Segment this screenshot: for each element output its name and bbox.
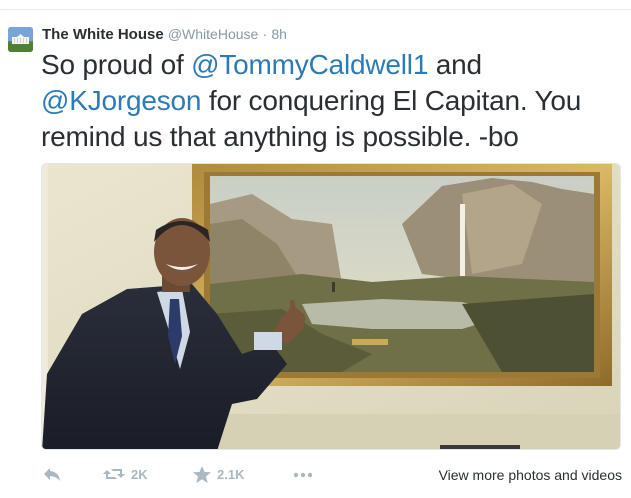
top-divider — [0, 9, 631, 10]
photo-image — [42, 164, 620, 449]
favorite-count: 2.1K — [217, 467, 245, 482]
tweet-header: The White House @WhiteHouse · 8h — [42, 25, 287, 44]
view-more-photos-link[interactable]: View more photos and videos — [439, 467, 622, 483]
avatar[interactable] — [8, 27, 33, 52]
retweet-button[interactable]: 2K — [103, 466, 148, 482]
tweet-text: So proud of @TommyCaldwell1 and @KJorges… — [41, 47, 626, 155]
retweet-icon — [103, 469, 125, 479]
white-house-icon — [8, 27, 33, 52]
tweet-photo[interactable] — [41, 163, 621, 450]
reply-button[interactable] — [42, 466, 62, 482]
star-icon — [193, 466, 211, 483]
timestamp[interactable]: 8h — [271, 26, 287, 42]
more-dots-icon — [293, 472, 313, 478]
retweet-count: 2K — [131, 466, 148, 482]
tweet-text-part2: and — [428, 49, 482, 80]
tweet-text-part1: So proud of — [41, 49, 192, 80]
favorite-button[interactable]: 2.1K — [193, 466, 244, 483]
separator: · — [262, 26, 268, 42]
display-name[interactable]: The White House — [42, 26, 164, 43]
more-button[interactable] — [292, 466, 314, 482]
mention-kjorgeson[interactable]: @KJorgeson — [41, 85, 201, 116]
mention-tommycaldwell1[interactable]: @TommyCaldwell1 — [191, 49, 428, 80]
reply-icon — [44, 468, 60, 481]
handle[interactable]: @WhiteHouse — [168, 26, 258, 42]
